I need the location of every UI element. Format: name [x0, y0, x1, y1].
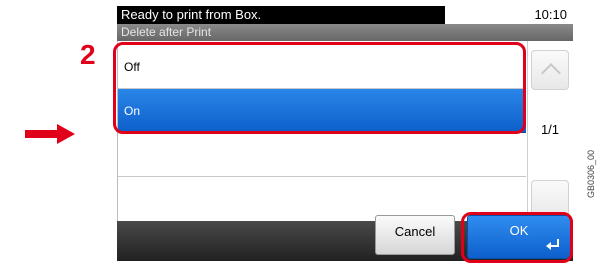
- chevron-up-icon: [541, 63, 561, 83]
- screen-title: Delete after Print: [117, 24, 573, 41]
- scroll-up-button[interactable]: [531, 50, 569, 90]
- step-number-2: 2: [80, 39, 96, 70]
- pointer-arrow-icon: [25, 124, 75, 144]
- cancel-button[interactable]: Cancel: [375, 215, 455, 255]
- callout-ok: [461, 212, 573, 263]
- page-indicator: 1/1: [540, 122, 560, 137]
- status-message: Ready to print from Box.: [117, 6, 445, 24]
- list-item-empty: [118, 133, 526, 177]
- clock: 10:10: [445, 6, 573, 24]
- callout-options: [113, 42, 526, 134]
- figure-code: GB0306_00: [586, 149, 596, 198]
